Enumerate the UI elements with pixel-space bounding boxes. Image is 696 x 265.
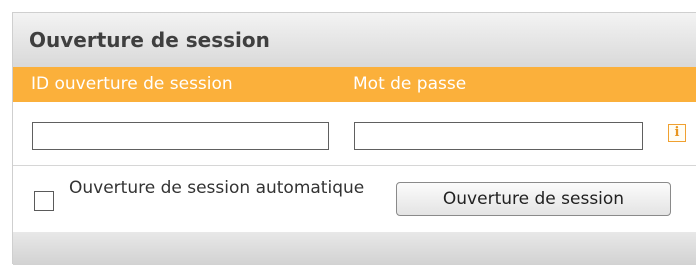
- divider: [13, 165, 696, 166]
- user-id-label: ID ouverture de session: [31, 74, 233, 94]
- password-label: Mot de passe: [353, 74, 467, 94]
- panel-header: Ouverture de session: [13, 13, 696, 67]
- info-icon[interactable]: i: [668, 124, 686, 142]
- login-panel: Ouverture de session ID ouverture de ses…: [12, 12, 696, 265]
- password-input[interactable]: [354, 122, 643, 150]
- panel-footer: [13, 232, 696, 265]
- user-id-input[interactable]: [32, 122, 329, 150]
- auto-login-label[interactable]: Ouverture de session automatique: [69, 178, 369, 198]
- login-button[interactable]: Ouverture de session: [396, 182, 671, 216]
- auto-login-checkbox[interactable]: [34, 191, 54, 211]
- panel-title: Ouverture de session: [29, 28, 270, 52]
- field-labels-bar: ID ouverture de session Mot de passe: [13, 67, 696, 102]
